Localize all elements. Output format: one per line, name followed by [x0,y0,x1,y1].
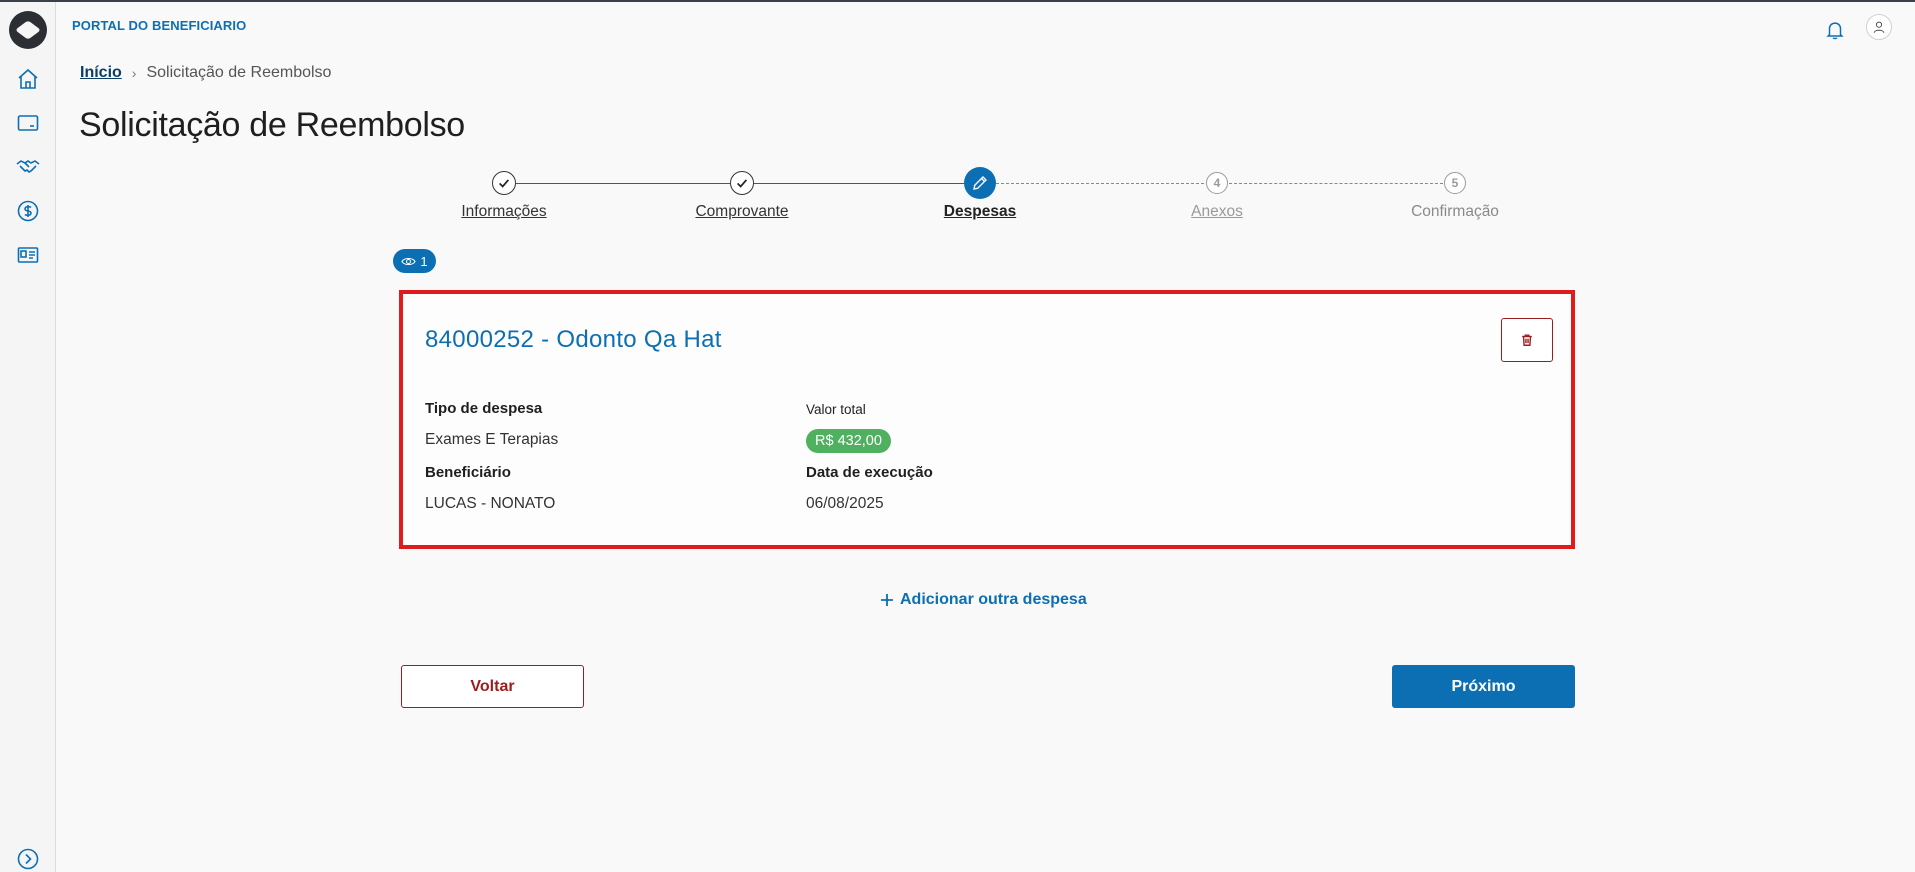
handshake-icon[interactable] [14,153,42,181]
trash-icon [1522,334,1532,346]
step-label-despesas[interactable]: Despesas [944,203,1016,221]
step-5-number: 5 [1451,176,1459,190]
step-5-indicator[interactable]: 5 [1444,172,1466,194]
chevron-right-icon [17,848,39,870]
valor-total-label: Valor total [806,402,866,417]
sidebar [0,2,56,872]
expense-title: 84000252 - Odonto Qa Hat [425,326,722,353]
pencil-icon [973,176,987,190]
expense-count-badge[interactable]: 1 [393,249,436,273]
valor-total-badge: R$ 432,00 [806,429,891,453]
step-3-indicator[interactable] [964,167,996,199]
data-execucao-value: 06/08/2025 [806,495,884,512]
bell-icon [1826,22,1844,40]
tipo-despesa-label: Tipo de despesa [425,400,543,417]
delete-expense-button[interactable] [1501,318,1553,362]
step-1-indicator[interactable] [492,171,516,195]
step-2-indicator[interactable] [730,171,754,195]
step-label-anexos[interactable]: Anexos [1191,203,1243,221]
step-label-informacoes[interactable]: Informações [461,203,546,221]
step-4-number: 4 [1213,176,1221,190]
beneficiario-value: LUCAS - NONATO [425,495,556,512]
expense-card: 84000252 - Odonto Qa Hat Tipo de despesa… [399,290,1575,549]
breadcrumb-current: Solicitação de Reembolso [146,64,332,81]
totvs-logo[interactable] [9,11,47,49]
eye-icon [401,257,417,265]
step-4-indicator[interactable]: 4 [1206,172,1228,194]
beneficiario-label: Beneficiário [425,464,511,481]
next-button[interactable]: Próximo [1392,665,1575,708]
expand-sidebar-button[interactable] [14,845,42,872]
tipo-despesa-value: Exames E Terapias [425,431,559,448]
plus-icon [881,594,893,606]
expense-count: 1 [420,253,428,269]
user-menu-button[interactable] [1866,14,1892,40]
breadcrumb: Início › Solicitação de Reembolso [80,64,331,82]
data-execucao-label: Data de execução [806,464,933,481]
step-label-comprovante[interactable]: Comprovante [695,203,788,221]
step-label-confirmacao[interactable]: Confirmação [1411,203,1499,221]
portal-title: PORTAL DO BENEFICIARIO [72,18,247,33]
step-connector [516,183,730,184]
page-title: Solicitação de Reembolso [79,106,465,144]
id-card-icon[interactable] [14,241,42,269]
chevron-right-icon: › [131,65,137,81]
card-icon[interactable] [14,109,42,137]
add-expense-label: Adicionar outra despesa [900,591,1087,608]
back-button[interactable]: Voltar [401,665,584,708]
breadcrumb-home-link[interactable]: Início [80,64,122,82]
check-icon [499,179,510,188]
check-icon [737,179,748,188]
home-icon[interactable] [14,65,42,93]
notifications-button[interactable] [1820,15,1850,45]
step-connector [754,183,964,184]
user-icon [1873,21,1885,34]
step-connector [1229,183,1443,184]
add-expense-link[interactable]: Adicionar outra despesa [880,591,1087,609]
dollar-icon[interactable] [14,197,42,225]
step-connector [996,183,1204,184]
